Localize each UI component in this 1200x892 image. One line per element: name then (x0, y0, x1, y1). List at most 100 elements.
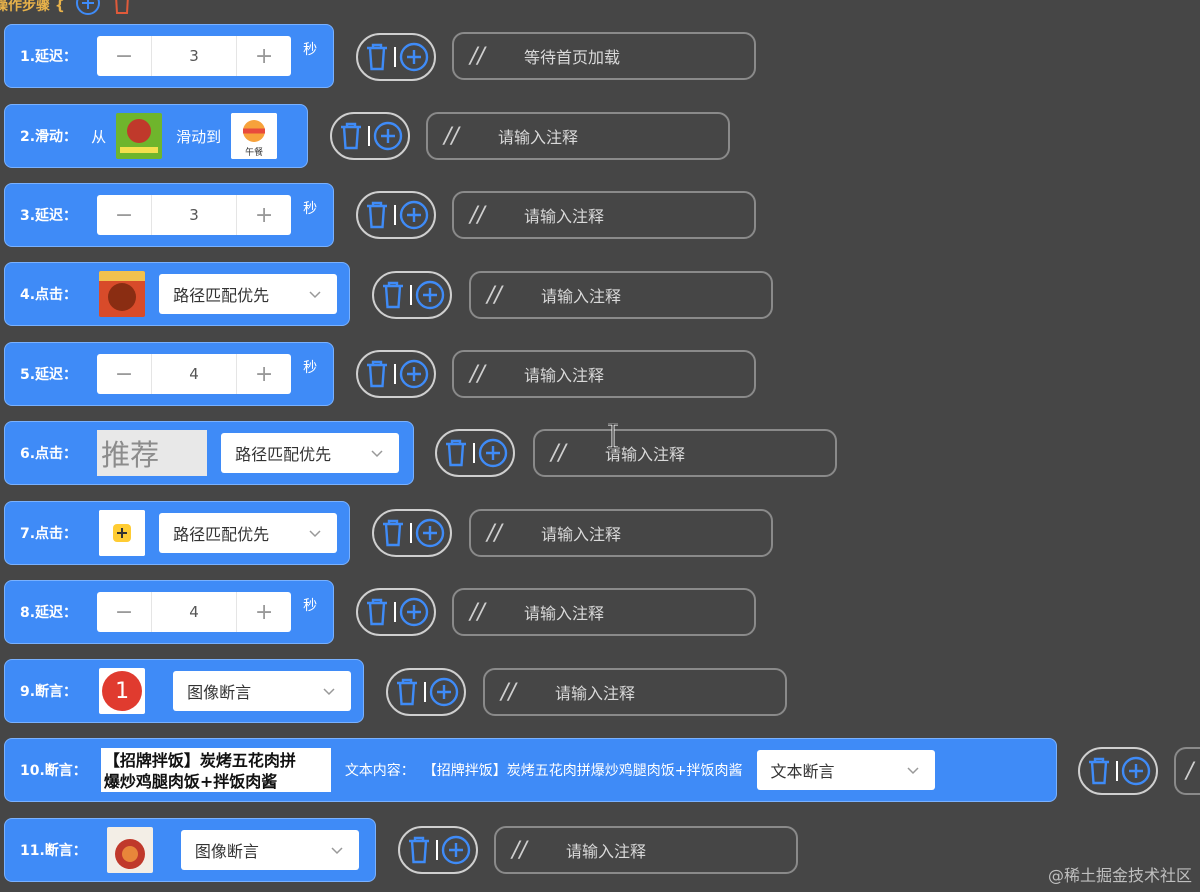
steps-title: 操作步骤 { (0, 0, 65, 14)
comment-input[interactable]: // 请输入注释 (426, 112, 730, 160)
comment-prefix: // (470, 43, 485, 69)
comment-input[interactable]: // 请输入注释 (469, 271, 773, 319)
comment-input[interactable]: // 请输入注释 (483, 668, 787, 716)
add-circle-icon[interactable] (373, 121, 403, 151)
trash-icon[interactable] (379, 518, 407, 548)
comment-text: 请输入注释 (524, 604, 605, 623)
comment-input[interactable]: // 请输入注释 (469, 509, 773, 557)
match-mode-select[interactable]: 路径匹配优先 (159, 513, 338, 553)
comment-input[interactable]: // 请输入注释 (533, 429, 837, 477)
comment-input[interactable]: // 请输入注释 (494, 826, 798, 874)
separator (410, 523, 412, 543)
separator (368, 126, 370, 146)
trash-icon[interactable] (393, 677, 421, 707)
increment-button[interactable]: + (237, 354, 291, 394)
trash-icon[interactable] (111, 0, 133, 19)
add-circle-icon[interactable] (429, 677, 459, 707)
comment-text: 请输入注释 (498, 128, 579, 147)
trash-icon[interactable] (1085, 756, 1113, 786)
watermark: @稀土掘金技术社区 (1047, 866, 1192, 885)
comment-prefix: // (487, 520, 502, 546)
add-step-icon[interactable] (75, 0, 101, 20)
decrement-button[interactable]: − (97, 592, 151, 632)
text-snapshot[interactable]: 【招牌拌饭】炭烤五花肉拼 爆炒鸡腿肉饭+拌饭肉酱 (100, 748, 331, 792)
separator (473, 443, 475, 463)
content-label: 文本内容： (344, 763, 415, 779)
step-7: 7.点击： 路径匹配优先 (4, 501, 350, 565)
separator (424, 682, 426, 702)
assert-type-select[interactable]: 图像断言 (173, 671, 352, 711)
decrement-button[interactable]: − (97, 195, 151, 235)
trash-icon[interactable] (442, 438, 470, 468)
chevron-down-icon (331, 847, 343, 855)
comment-text: 请输入注释 (555, 684, 636, 703)
text-snapshot-line2: 爆炒鸡腿肉饭+拌饭肉酱 (103, 772, 278, 791)
add-circle-icon[interactable] (399, 359, 429, 389)
target-image[interactable] (106, 827, 153, 873)
comment-text: 等待首页加载 (524, 48, 621, 67)
comment-text: 请输入注释 (524, 207, 605, 226)
add-circle-icon[interactable] (399, 42, 429, 72)
step-ops (372, 509, 452, 557)
comment-text: 请输入注释 (541, 525, 622, 544)
step-ops (372, 271, 452, 319)
match-mode-select[interactable]: 路径匹配优先 (159, 274, 338, 314)
select-value: 路径匹配优先 (173, 286, 270, 305)
trash-icon[interactable] (363, 42, 391, 72)
comment-input[interactable]: // 请输入注释 (452, 588, 756, 636)
target-image[interactable]: 1 (99, 668, 146, 714)
add-circle-icon[interactable] (399, 200, 429, 230)
from-image[interactable] (116, 113, 163, 159)
comment-input[interactable]: // 等待首页加载 (452, 32, 756, 80)
add-circle-icon[interactable] (1121, 756, 1151, 786)
chevron-down-icon (371, 450, 383, 458)
step-9: 9.断言： 1 图像断言 (4, 659, 364, 723)
comment-text: 请输入注释 (541, 287, 622, 306)
step-ops (356, 33, 436, 81)
add-circle-icon[interactable] (415, 280, 445, 310)
decrement-button[interactable]: − (97, 36, 151, 76)
trash-icon[interactable] (363, 200, 391, 230)
select-value: 图像断言 (187, 683, 252, 702)
add-circle-icon[interactable] (399, 597, 429, 627)
trash-icon[interactable] (363, 597, 391, 627)
chevron-down-icon (309, 530, 321, 538)
comment-input[interactable]: / (1174, 747, 1200, 795)
step-ops (1078, 747, 1158, 795)
increment-button[interactable]: + (237, 592, 291, 632)
to-image[interactable]: 午餐 (231, 113, 278, 159)
step-5: 5.延迟： − 4 + 秒 (4, 342, 334, 406)
trash-icon[interactable] (337, 121, 365, 151)
increment-button[interactable]: + (237, 195, 291, 235)
decrement-button[interactable]: − (97, 354, 151, 394)
assert-type-select[interactable]: 图像断言 (180, 830, 359, 870)
comment-input[interactable]: // 请输入注释 (452, 350, 756, 398)
badge-number: 1 (102, 671, 143, 711)
step-ops (386, 668, 466, 716)
separator (394, 205, 396, 225)
target-image[interactable] (99, 271, 146, 317)
trash-icon[interactable] (363, 359, 391, 389)
target-image[interactable] (99, 510, 146, 556)
add-circle-icon[interactable] (441, 835, 471, 865)
match-mode-select[interactable]: 路径匹配优先 (221, 433, 400, 473)
comment-input[interactable]: // 请输入注释 (452, 191, 756, 239)
assert-type-select[interactable]: 文本断言 (756, 750, 935, 790)
delay-stepper: − 3 + (97, 195, 292, 235)
comment-prefix: // (487, 282, 502, 308)
trash-icon[interactable] (405, 835, 433, 865)
delay-value[interactable]: 4 (151, 354, 238, 394)
target-image[interactable]: 推荐 (97, 430, 208, 476)
delay-value[interactable]: 3 (151, 195, 238, 235)
add-circle-icon[interactable] (478, 438, 508, 468)
delay-value[interactable]: 3 (151, 36, 238, 76)
add-circle-icon[interactable] (415, 518, 445, 548)
step-3: 3.延迟： − 3 + 秒 (4, 183, 334, 247)
delay-value[interactable]: 4 (151, 592, 238, 632)
increment-button[interactable]: + (237, 36, 291, 76)
trash-icon[interactable] (379, 280, 407, 310)
step-ops (356, 588, 436, 636)
step-ops (330, 112, 410, 160)
unit-label: 秒 (303, 201, 318, 217)
step-label: 11.断言： (20, 843, 87, 859)
